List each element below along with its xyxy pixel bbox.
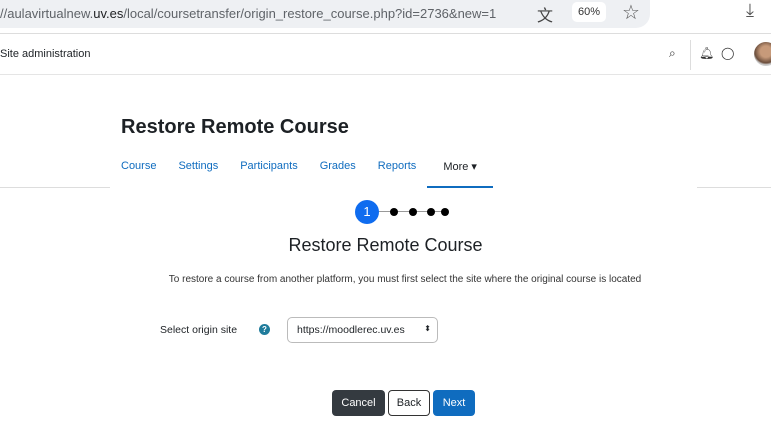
origin-site-select[interactable]: https://moodlerec.uv.es ⬍ bbox=[287, 317, 438, 343]
form-heading: Restore Remote Course bbox=[288, 235, 483, 255]
course-tabs: Course Settings Participants Grades Repo… bbox=[110, 150, 493, 188]
origin-site-label: Select origin site bbox=[160, 324, 238, 336]
stepper: 1 bbox=[355, 200, 455, 224]
step-dot bbox=[441, 208, 449, 216]
translate-icon[interactable]: 文 bbox=[537, 2, 553, 26]
back-button[interactable]: Back bbox=[388, 390, 430, 416]
url-prefix: //aulavirtualnew. bbox=[0, 6, 94, 21]
stepper-line bbox=[367, 211, 447, 212]
divider bbox=[690, 40, 691, 70]
address-bar[interactable]: //aulavirtualnew.uv.es/local/coursetrans… bbox=[0, 0, 650, 28]
tab-grades[interactable]: Grades bbox=[309, 150, 367, 188]
next-button[interactable]: Next bbox=[433, 390, 475, 416]
tab-reports[interactable]: Reports bbox=[367, 150, 428, 188]
help-icon[interactable]: ? bbox=[259, 324, 270, 335]
cancel-button[interactable]: Cancel bbox=[332, 390, 385, 416]
url-text[interactable]: //aulavirtualnew.uv.es/local/coursetrans… bbox=[0, 6, 530, 21]
download-icon[interactable]: ⤓ bbox=[746, 0, 754, 21]
zoom-level-badge[interactable]: 60% bbox=[572, 2, 607, 22]
divider bbox=[697, 187, 771, 188]
tab-settings[interactable]: Settings bbox=[167, 150, 229, 188]
url-domain: uv.es bbox=[93, 6, 124, 21]
divider bbox=[0, 187, 110, 188]
bell-icon[interactable]: 🔔︎ bbox=[699, 46, 714, 60]
step-dot bbox=[390, 208, 398, 216]
nav-site-administration[interactable]: Site administration bbox=[0, 48, 91, 60]
page-title: Restore Remote Course bbox=[121, 116, 349, 138]
tab-course[interactable]: Course bbox=[110, 150, 167, 188]
step-current: 1 bbox=[355, 200, 379, 224]
url-path: /local/coursetransfer/origin_restore_cou… bbox=[123, 6, 497, 21]
bookmark-star-icon[interactable]: ☆ bbox=[622, 0, 640, 25]
tab-more[interactable]: More ▾ bbox=[427, 150, 493, 188]
select-caret-icon: ⬍ bbox=[424, 324, 431, 333]
step-dot bbox=[427, 208, 435, 216]
avatar[interactable] bbox=[754, 42, 771, 66]
top-navbar: Site administration ⌕ 🔔︎ ◯ bbox=[0, 33, 771, 75]
origin-site-value: https://moodlerec.uv.es bbox=[297, 324, 405, 336]
form-description: To restore a course from another platfor… bbox=[168, 274, 642, 285]
chat-icon[interactable]: ◯ bbox=[721, 46, 734, 60]
search-icon[interactable]: ⌕ bbox=[669, 46, 676, 61]
tab-participants[interactable]: Participants bbox=[229, 150, 308, 188]
step-dot bbox=[409, 208, 417, 216]
